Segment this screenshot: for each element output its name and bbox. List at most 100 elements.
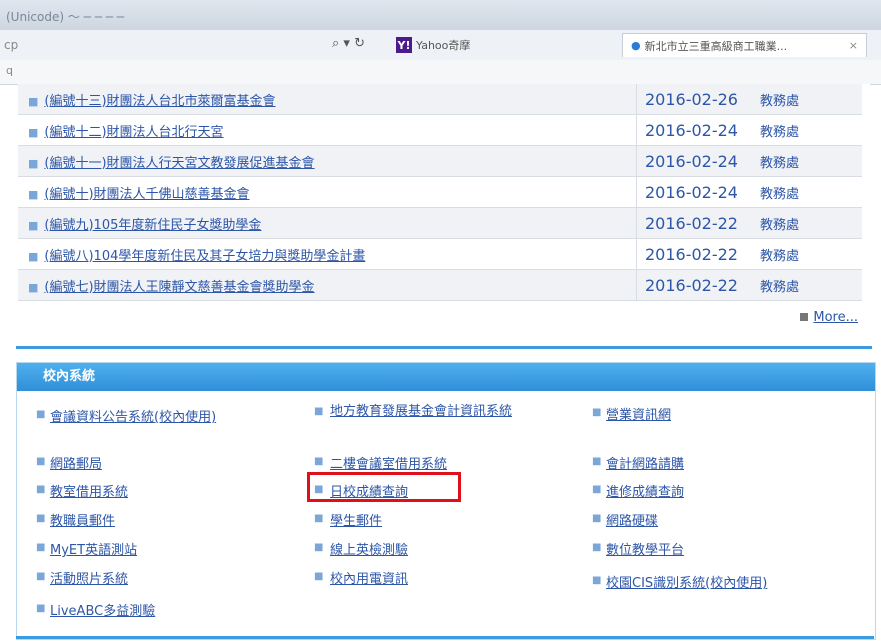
news-date: 2016-02-24 bbox=[636, 114, 760, 146]
bullet-icon: ■ bbox=[314, 542, 324, 553]
news-dept: 教務處 bbox=[760, 114, 862, 146]
highlight-box bbox=[307, 472, 461, 502]
school-systems-header: 校內系統 bbox=[17, 363, 875, 391]
news-date: 2016-02-22 bbox=[636, 269, 760, 301]
system-link[interactable]: 數位教學平台 bbox=[606, 539, 684, 558]
system-link[interactable]: 校園CIS識別系統(校內使用) bbox=[606, 572, 767, 591]
news-date: 2016-02-22 bbox=[636, 238, 760, 270]
tab-yahoo[interactable]: Y! Yahoo奇摩 bbox=[396, 35, 566, 55]
news-title-cell: ■ (編號七)財團法人王陳靜文慈善基金會獎助學金 bbox=[18, 269, 637, 301]
system-link[interactable]: 線上英檢測驗 bbox=[330, 539, 408, 558]
news-row: ■ (編號十一)財團法人行天宮文教發展促進基金會 2016-02-24 教務處 bbox=[18, 145, 862, 177]
news-title-link[interactable]: (編號十)財團法人千佛山慈善基金會 bbox=[44, 187, 249, 202]
search-refresh-icon[interactable]: ⌕ ▾ ↻ bbox=[332, 36, 365, 51]
news-title-link[interactable]: (編號十三)財團法人台北市萊爾富基金會 bbox=[44, 94, 275, 109]
bullet-icon: ■ bbox=[36, 456, 46, 467]
bullet-icon: ■ bbox=[36, 513, 46, 524]
news-panel: ■ (編號十三)財團法人台北市萊爾富基金會 2016-02-26 教務處 ■ (編號十二)… bbox=[18, 84, 870, 350]
news-row: ■ (編號八)104學年度新住民及其子女培力與獎助學金計畫 2016-02-22 教務… bbox=[18, 238, 862, 270]
yahoo-icon: Y! bbox=[396, 37, 412, 53]
news-title-link[interactable]: (編號七)財團法人王陳靜文慈善基金會獎助學金 bbox=[44, 280, 314, 295]
system-link[interactable]: 地方教育發展基金會計資訊系統 bbox=[330, 403, 560, 421]
bullet-icon: ■ bbox=[28, 187, 39, 201]
square-icon bbox=[800, 313, 809, 321]
more-link[interactable]: More... bbox=[800, 310, 858, 325]
news-title-cell: ■ (編號十三)財團法人台北市萊爾富基金會 bbox=[18, 84, 637, 115]
news-row: ■ (編號十)財團法人千佛山慈善基金會 2016-02-24 教務處 bbox=[18, 176, 862, 208]
bullet-icon: ■ bbox=[36, 603, 46, 614]
news-title-link[interactable]: (編號十一)財團法人行天宮文教發展促進基金會 bbox=[44, 156, 314, 171]
address-fragment[interactable]: cp bbox=[4, 38, 18, 52]
system-link[interactable]: 二樓會議室借用系統 bbox=[330, 453, 447, 472]
bullet-icon: ■ bbox=[36, 542, 46, 553]
divider bbox=[16, 346, 872, 349]
system-link[interactable]: 學生郵件 bbox=[330, 510, 382, 529]
bullet-icon: ■ bbox=[28, 218, 39, 232]
news-dept: 教務處 bbox=[760, 269, 862, 301]
bullet-icon: ■ bbox=[592, 456, 602, 467]
system-link[interactable]: LiveABC多益測驗 bbox=[50, 600, 155, 619]
bullet-icon: ■ bbox=[592, 407, 602, 418]
system-link[interactable]: 網路硬碟 bbox=[606, 510, 658, 529]
news-row: ■ (編號十二)財團法人台北行天宮 2016-02-24 教務處 bbox=[18, 114, 862, 146]
system-link[interactable]: 校內用電資訊 bbox=[330, 568, 408, 587]
news-date: 2016-02-22 bbox=[636, 207, 760, 239]
news-table: ■ (編號十三)財團法人台北市萊爾富基金會 2016-02-26 教務處 ■ (編號十二)… bbox=[18, 84, 862, 301]
news-title-link[interactable]: (編號十二)財團法人台北行天宮 bbox=[44, 125, 223, 140]
menu-fragment[interactable]: q bbox=[6, 64, 13, 77]
bullet-icon: ■ bbox=[36, 409, 46, 420]
window-titlebar: (Unicode) ～ ─ ─ ─ ─ bbox=[0, 0, 881, 30]
system-link[interactable]: 進修成績查詢 bbox=[606, 481, 684, 500]
system-link[interactable]: 教職員郵件 bbox=[50, 510, 115, 529]
system-link[interactable]: 教室借用系統 bbox=[50, 481, 128, 500]
bullet-icon: ■ bbox=[28, 125, 39, 139]
menu-bar: q bbox=[0, 60, 881, 85]
close-icon[interactable]: × bbox=[849, 39, 858, 52]
more-label: More... bbox=[813, 310, 858, 325]
news-title-link[interactable]: (編號八)104學年度新住民及其子女培力與獎助學金計畫 bbox=[44, 249, 365, 264]
tab-active-label: 新北市立三重高級商工職業... bbox=[644, 39, 788, 53]
news-title-cell: ■ (編號八)104學年度新住民及其子女培力與獎助學金計畫 bbox=[18, 238, 637, 270]
news-dept: 教務處 bbox=[760, 238, 862, 270]
bullet-icon: ■ bbox=[28, 249, 39, 263]
news-title-link[interactable]: (編號九)105年度新住民子女獎助學金 bbox=[44, 218, 261, 233]
news-row: ■ (編號九)105年度新住民子女獎助學金 2016-02-22 教務處 bbox=[18, 207, 862, 239]
bullet-icon: ■ bbox=[36, 571, 46, 582]
bullet-icon: ■ bbox=[592, 575, 602, 586]
news-row: ■ (編號七)財團法人王陳靜文慈善基金會獎助學金 2016-02-22 教務處 bbox=[18, 269, 862, 301]
system-link[interactable]: MyET英語測站 bbox=[50, 539, 137, 558]
bullet-icon: ■ bbox=[314, 513, 324, 524]
bullet-icon: ■ bbox=[592, 513, 602, 524]
news-date: 2016-02-24 bbox=[636, 176, 760, 208]
bullet-icon: ■ bbox=[36, 484, 46, 495]
news-dept: 教務處 bbox=[760, 176, 862, 208]
ie-icon: ● bbox=[631, 39, 641, 52]
news-row: ■ (編號十三)財團法人台北市萊爾富基金會 2016-02-26 教務處 bbox=[18, 84, 862, 115]
news-dept: 教務處 bbox=[760, 145, 862, 177]
system-link[interactable]: 會計網路請購 bbox=[606, 453, 684, 472]
bullet-icon: ■ bbox=[28, 94, 39, 108]
window-title: (Unicode) ～ ─ ─ ─ ─ bbox=[6, 10, 124, 24]
news-dept: 教務處 bbox=[760, 84, 862, 115]
news-title-cell: ■ (編號九)105年度新住民子女獎助學金 bbox=[18, 207, 637, 239]
news-title-cell: ■ (編號十)財團法人千佛山慈善基金會 bbox=[18, 176, 637, 208]
system-link[interactable]: 會議資料公告系統(校內使用) bbox=[50, 406, 216, 425]
news-date: 2016-02-26 bbox=[636, 84, 760, 115]
divider bbox=[16, 636, 874, 639]
bullet-icon: ■ bbox=[314, 456, 324, 467]
news-title-cell: ■ (編號十二)財團法人台北行天宮 bbox=[18, 114, 637, 146]
bullet-icon: ■ bbox=[314, 571, 324, 582]
bullet-icon: ■ bbox=[28, 280, 39, 294]
system-link[interactable]: 營業資訊網 bbox=[606, 404, 671, 423]
bullet-icon: ■ bbox=[592, 542, 602, 553]
bullet-icon: ■ bbox=[28, 156, 39, 170]
news-title-cell: ■ (編號十一)財團法人行天宮文教發展促進基金會 bbox=[18, 145, 637, 177]
news-date: 2016-02-24 bbox=[636, 145, 760, 177]
system-link[interactable]: 活動照片系統 bbox=[50, 568, 128, 587]
bullet-icon: ■ bbox=[314, 406, 324, 417]
tab-active[interactable]: ● 新北市立三重高級商工職業... × bbox=[622, 33, 867, 57]
bullet-icon: ■ bbox=[592, 484, 602, 495]
address-bar[interactable]: cp ⌕ ▾ ↻ Y! Yahoo奇摩 ● 新北市立三重高級商工職業... × bbox=[0, 30, 881, 61]
tab-yahoo-label: Yahoo奇摩 bbox=[416, 39, 471, 52]
system-link[interactable]: 網路郵局 bbox=[50, 453, 102, 472]
